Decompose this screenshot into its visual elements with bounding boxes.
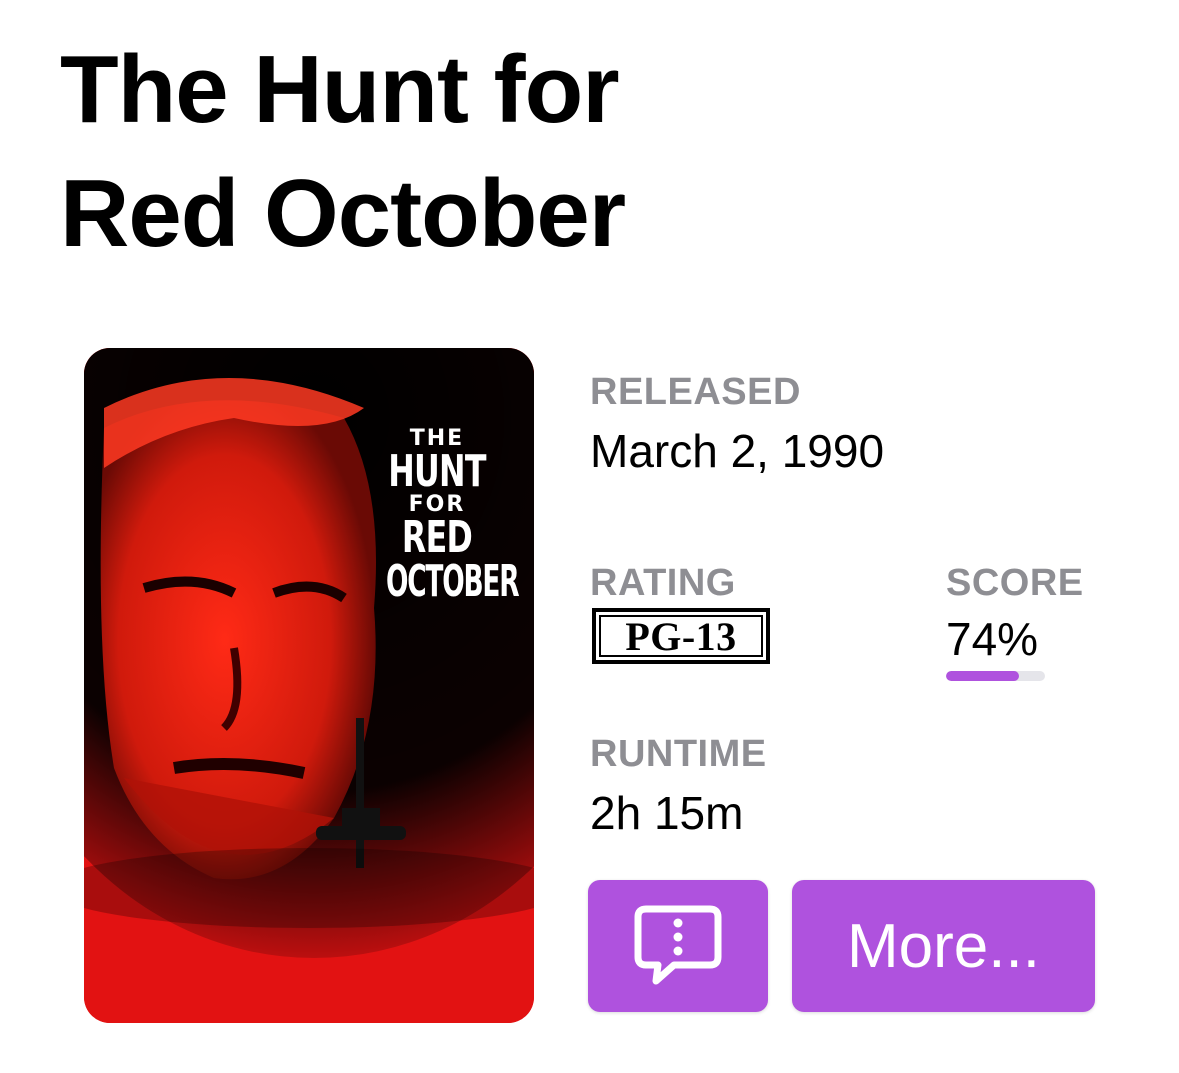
score-label: SCORE	[946, 562, 1084, 604]
movie-poster: THE HUNT FOR RED OCTOBER	[84, 348, 534, 1023]
rating-label: RATING	[590, 562, 736, 604]
runtime-value: 2h 15m	[590, 787, 744, 839]
page-title: The Hunt for Red October	[60, 36, 626, 267]
poster-title-line: HUNT	[388, 446, 486, 497]
score-bar	[946, 671, 1045, 681]
more-button[interactable]: More...	[792, 880, 1095, 1012]
score-bar-fill	[946, 671, 1020, 681]
released-label: RELEASED	[590, 371, 801, 413]
poster-title-line: OCTOBER	[386, 556, 520, 607]
poster-title: THE HUNT FOR RED OCTOBER	[352, 428, 522, 604]
poster-title-line: RED	[401, 512, 473, 563]
rating-value: PG-13	[599, 614, 763, 659]
comment-button[interactable]	[588, 880, 768, 1012]
comment-dots-icon	[634, 905, 722, 985]
released-value: March 2, 1990	[590, 425, 885, 477]
score-value: 74%	[946, 613, 1039, 665]
runtime-label: RUNTIME	[590, 733, 767, 775]
rating-badge: PG-13	[592, 608, 770, 664]
